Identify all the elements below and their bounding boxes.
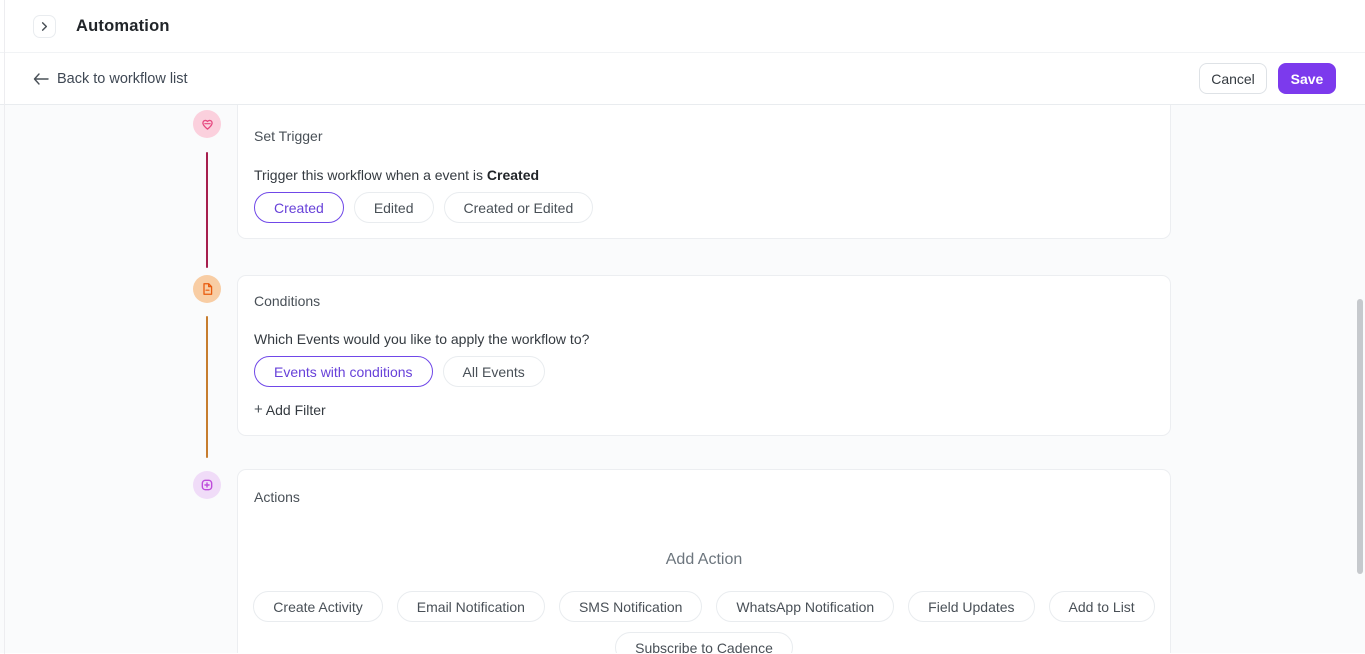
conditions-options-row: Events with conditions All Events [254, 356, 1154, 387]
plus-icon: + [254, 401, 263, 419]
action-subscribe-to-cadence[interactable]: Subscribe to Cadence [615, 632, 793, 653]
action-field-updates[interactable]: Field Updates [908, 591, 1034, 622]
add-filter-label: Add Filter [266, 402, 326, 418]
action-options-row-2: Subscribe to Cadence [254, 632, 1154, 653]
top-bar: Automation [0, 0, 1365, 53]
back-link-label: Back to workflow list [57, 71, 188, 87]
conditions-option-all-events[interactable]: All Events [443, 356, 545, 387]
save-button[interactable]: Save [1278, 63, 1336, 94]
trigger-options-row: Created Edited Created or Edited [254, 192, 1154, 223]
vertical-scrollbar-thumb[interactable] [1357, 299, 1363, 574]
trigger-step-icon [193, 110, 221, 138]
back-to-workflow-list-link[interactable]: Back to workflow list [33, 71, 188, 87]
cancel-button[interactable]: Cancel [1199, 63, 1267, 94]
add-action-heading: Add Action [254, 549, 1154, 571]
collapsed-sidebar-divider [4, 0, 5, 654]
actions-card: Actions Add Action Create Activity Email… [237, 469, 1171, 653]
trigger-description-value: Created [487, 167, 539, 183]
conditions-option-events-with-conditions[interactable]: Events with conditions [254, 356, 433, 387]
conditions-card: Conditions Which Events would you like t… [237, 275, 1171, 436]
actions-title: Actions [254, 487, 1154, 507]
timeline-connector-trigger-conditions [206, 152, 208, 268]
toolbar-actions: Cancel Save [1199, 53, 1336, 104]
conditions-document-icon [201, 282, 214, 296]
trigger-option-created-or-edited[interactable]: Created or Edited [444, 192, 594, 223]
workflow-cards-column: Set Trigger Trigger this workflow when a… [237, 105, 1171, 653]
action-options-row-1: Create Activity Email Notification SMS N… [254, 591, 1154, 622]
set-trigger-card: Set Trigger Trigger this workflow when a… [237, 105, 1171, 239]
page-title: Automation [76, 17, 170, 36]
action-sms-notification[interactable]: SMS Notification [559, 591, 702, 622]
set-trigger-title: Set Trigger [254, 126, 1154, 146]
workflow-toolbar: Back to workflow list Cancel Save [0, 53, 1365, 105]
trigger-heart-icon [201, 118, 214, 131]
timeline-connector-conditions-actions [206, 316, 208, 458]
chevron-right-icon [39, 21, 50, 32]
trigger-option-created[interactable]: Created [254, 192, 344, 223]
workflow-builder-canvas: Set Trigger Trigger this workflow when a… [0, 105, 1365, 653]
conditions-question: Which Events would you like to apply the… [254, 329, 1154, 349]
conditions-title: Conditions [254, 291, 1154, 311]
action-whatsapp-notification[interactable]: WhatsApp Notification [716, 591, 894, 622]
trigger-description: Trigger this workflow when a event is Cr… [254, 165, 1154, 185]
trigger-description-text: Trigger this workflow when a event is [254, 167, 487, 183]
arrow-left-icon [33, 73, 49, 85]
expand-sidebar-button[interactable] [33, 15, 56, 38]
action-create-activity[interactable]: Create Activity [253, 591, 382, 622]
action-add-to-list[interactable]: Add to List [1049, 591, 1155, 622]
plus-square-icon [200, 478, 214, 492]
trigger-option-edited[interactable]: Edited [354, 192, 434, 223]
conditions-step-icon [193, 275, 221, 303]
actions-step-icon [193, 471, 221, 499]
action-email-notification[interactable]: Email Notification [397, 591, 545, 622]
add-filter-button[interactable]: + Add Filter [254, 401, 326, 419]
